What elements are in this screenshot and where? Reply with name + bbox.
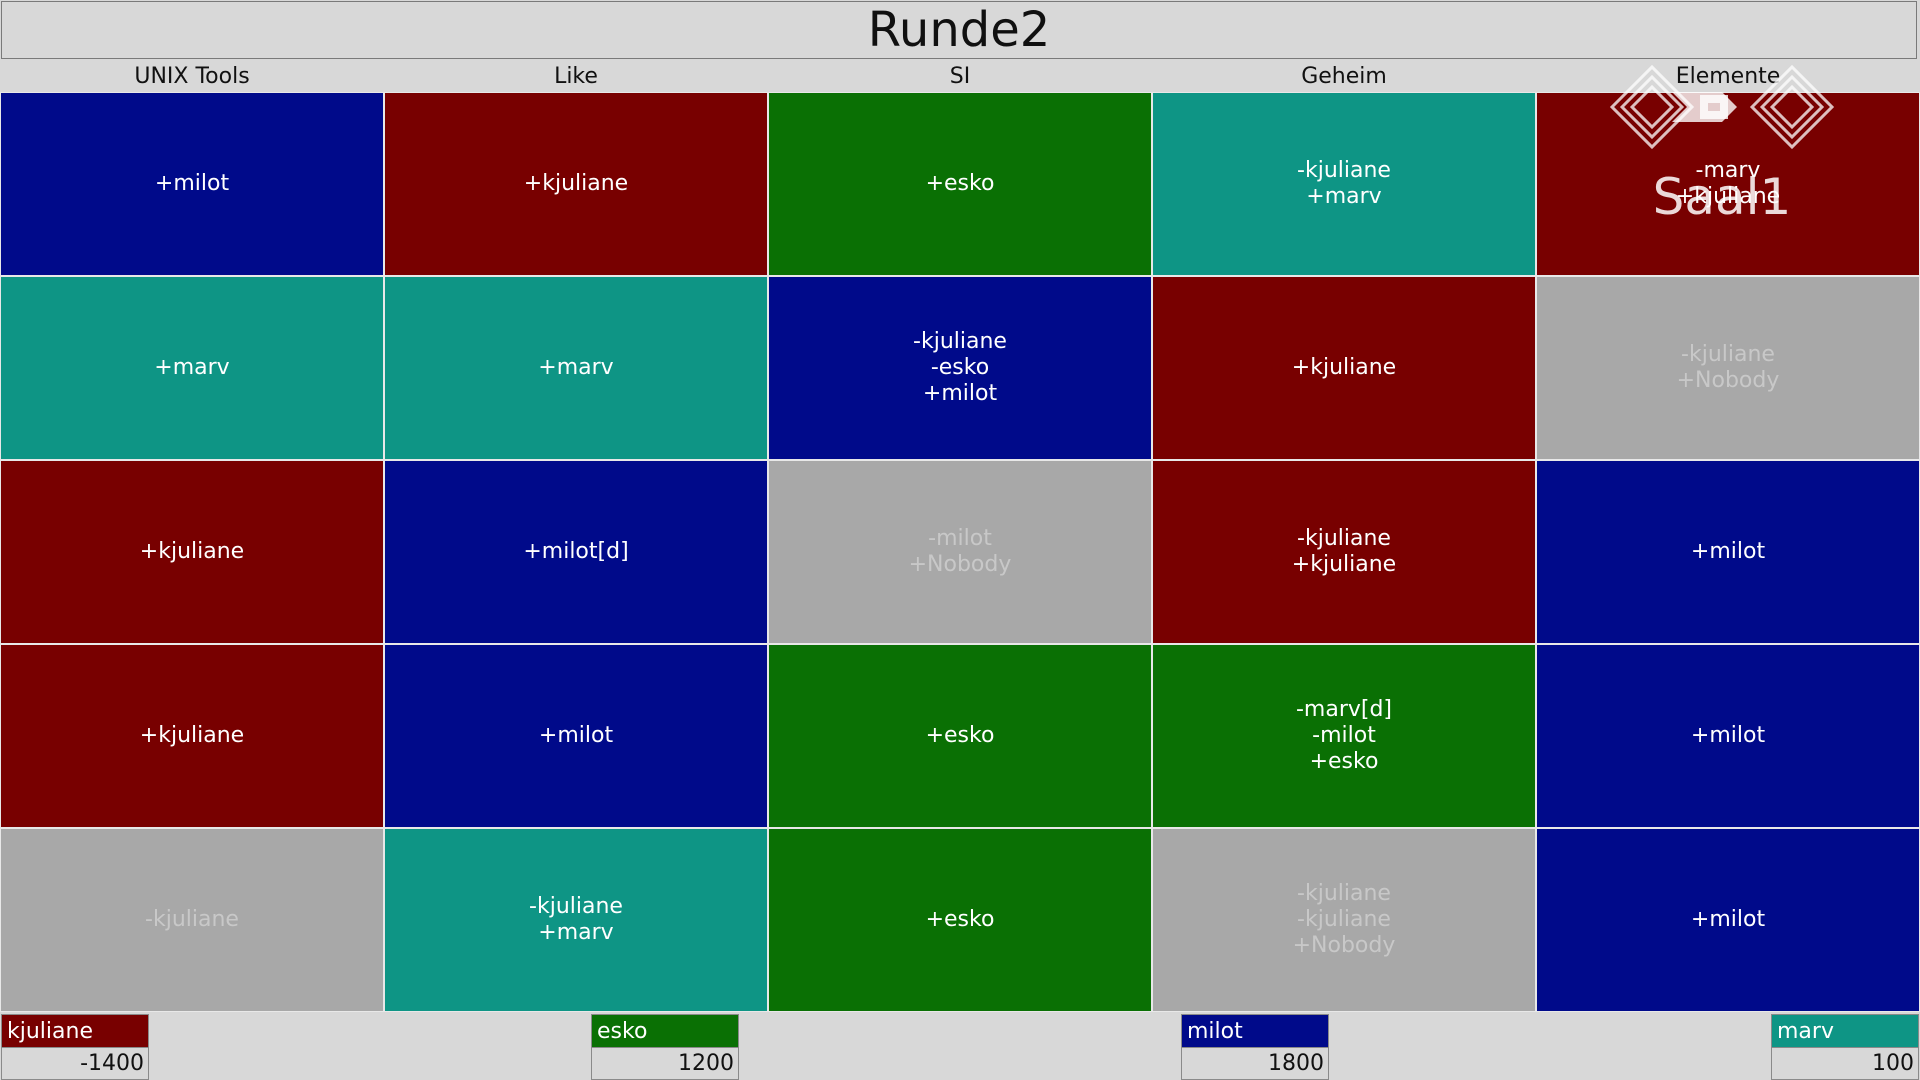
cell-event-line: +kjuliane	[1291, 355, 1397, 380]
gpn-logo-icon: Saal1	[1609, 64, 1835, 226]
watermark-text: Saal1	[1653, 168, 1792, 226]
cell-event-line: +esko	[925, 171, 995, 196]
board-cell[interactable]: +milot	[384, 644, 768, 828]
board-cell[interactable]: +esko	[768, 92, 1152, 276]
player-score: 1200	[592, 1047, 738, 1079]
cell-event-line: +marv	[538, 355, 614, 380]
board-cell[interactable]: -kjuliane +Nobody	[1536, 276, 1920, 460]
player-name: marv	[1772, 1015, 1918, 1047]
round-title: Runde2	[1, 1, 1917, 59]
cell-event-line: +kjuliane	[523, 171, 629, 196]
cell-event-line: -esko	[930, 355, 990, 380]
cell-event-line: +kjuliane	[139, 539, 245, 564]
cell-event-line: -kjuliane	[1681, 342, 1775, 367]
board-cell[interactable]: +milot[d]	[384, 460, 768, 644]
board-cell[interactable]: +kjuliane	[0, 644, 384, 828]
player-scoreboard: kjuliane -1400 esko 1200 milot 1800 marv…	[0, 1012, 1920, 1080]
cell-event-line: +marv	[538, 920, 614, 945]
cell-event-line: +milot[d]	[523, 539, 629, 564]
board-cell[interactable]: +milot	[1536, 828, 1920, 1012]
cell-event-line: +milot	[154, 171, 230, 196]
cell-event-line: -kjuliane	[1297, 907, 1391, 932]
board-cell[interactable]: +milot	[0, 92, 384, 276]
player-card: kjuliane -1400	[1, 1014, 149, 1080]
player-name: esko	[592, 1015, 738, 1047]
cell-event-line: +esko	[925, 907, 995, 932]
board-cell[interactable]: +marv	[384, 276, 768, 460]
board-cell[interactable]: +marv	[0, 276, 384, 460]
board-cell[interactable]: -kjuliane +kjuliane	[1152, 460, 1536, 644]
board-cell[interactable]: -kjuliane -esko +milot	[768, 276, 1152, 460]
category-header: UNIX Tools	[134, 63, 250, 89]
board-cell[interactable]: +milot	[1536, 460, 1920, 644]
cell-event-line: +marv	[1306, 184, 1382, 209]
board-cell[interactable]: +kjuliane	[0, 460, 384, 644]
cell-event-line: +milot	[1690, 907, 1766, 932]
cell-event-line: -marv[d]	[1295, 697, 1393, 722]
board-cell[interactable]: -kjuliane +marv	[1152, 92, 1536, 276]
player-score: 1800	[1182, 1047, 1328, 1079]
cell-event-line: +Nobody	[908, 552, 1012, 577]
player-card: marv 100	[1771, 1014, 1919, 1080]
cell-event-line: -kjuliane	[1297, 158, 1391, 183]
board-cell[interactable]: -kjuliane +marv	[384, 828, 768, 1012]
player-score: -1400	[2, 1047, 148, 1079]
category-header: Like	[554, 63, 598, 89]
player-card: esko 1200	[591, 1014, 739, 1080]
cell-event-line: +milot	[1690, 723, 1766, 748]
board-cell[interactable]: +esko	[768, 644, 1152, 828]
player-name: milot	[1182, 1015, 1328, 1047]
cell-event-line: +Nobody	[1676, 368, 1780, 393]
board-cell[interactable]: -kjuliane	[0, 828, 384, 1012]
cell-event-line: +esko	[1309, 749, 1379, 774]
board-cell[interactable]: +milot	[1536, 644, 1920, 828]
player-card: milot 1800	[1181, 1014, 1329, 1080]
board-cell[interactable]: +kjuliane	[1152, 276, 1536, 460]
cell-event-line: -kjuliane	[145, 907, 239, 932]
cell-event-line: -kjuliane	[1297, 526, 1391, 551]
board-cell[interactable]: +kjuliane	[384, 92, 768, 276]
cell-event-line: +milot	[538, 723, 614, 748]
cell-event-line: +esko	[925, 723, 995, 748]
board-cell[interactable]: -milot +Nobody	[768, 460, 1152, 644]
cell-event-line: -kjuliane	[1297, 881, 1391, 906]
player-score: 100	[1772, 1047, 1918, 1079]
cell-event-line: +Nobody	[1292, 933, 1396, 958]
cell-event-line: +kjuliane	[139, 723, 245, 748]
player-name: kjuliane	[2, 1015, 148, 1047]
cell-event-line: +milot	[922, 381, 998, 406]
category-header: SI	[949, 63, 971, 89]
board-cell[interactable]: +esko	[768, 828, 1152, 1012]
cell-event-line: -milot	[928, 526, 992, 551]
cell-event-line: +marv	[154, 355, 230, 380]
board-cell[interactable]: -kjuliane -kjuliane +Nobody	[1152, 828, 1536, 1012]
board-cell[interactable]: -marv[d] -milot +esko	[1152, 644, 1536, 828]
cell-event-line: +milot	[1690, 539, 1766, 564]
cell-event-line: -kjuliane	[913, 329, 1007, 354]
cell-event-line: -kjuliane	[529, 894, 623, 919]
cell-event-line: +kjuliane	[1291, 552, 1397, 577]
category-header: Geheim	[1301, 63, 1387, 89]
cell-event-line: -milot	[1312, 723, 1376, 748]
